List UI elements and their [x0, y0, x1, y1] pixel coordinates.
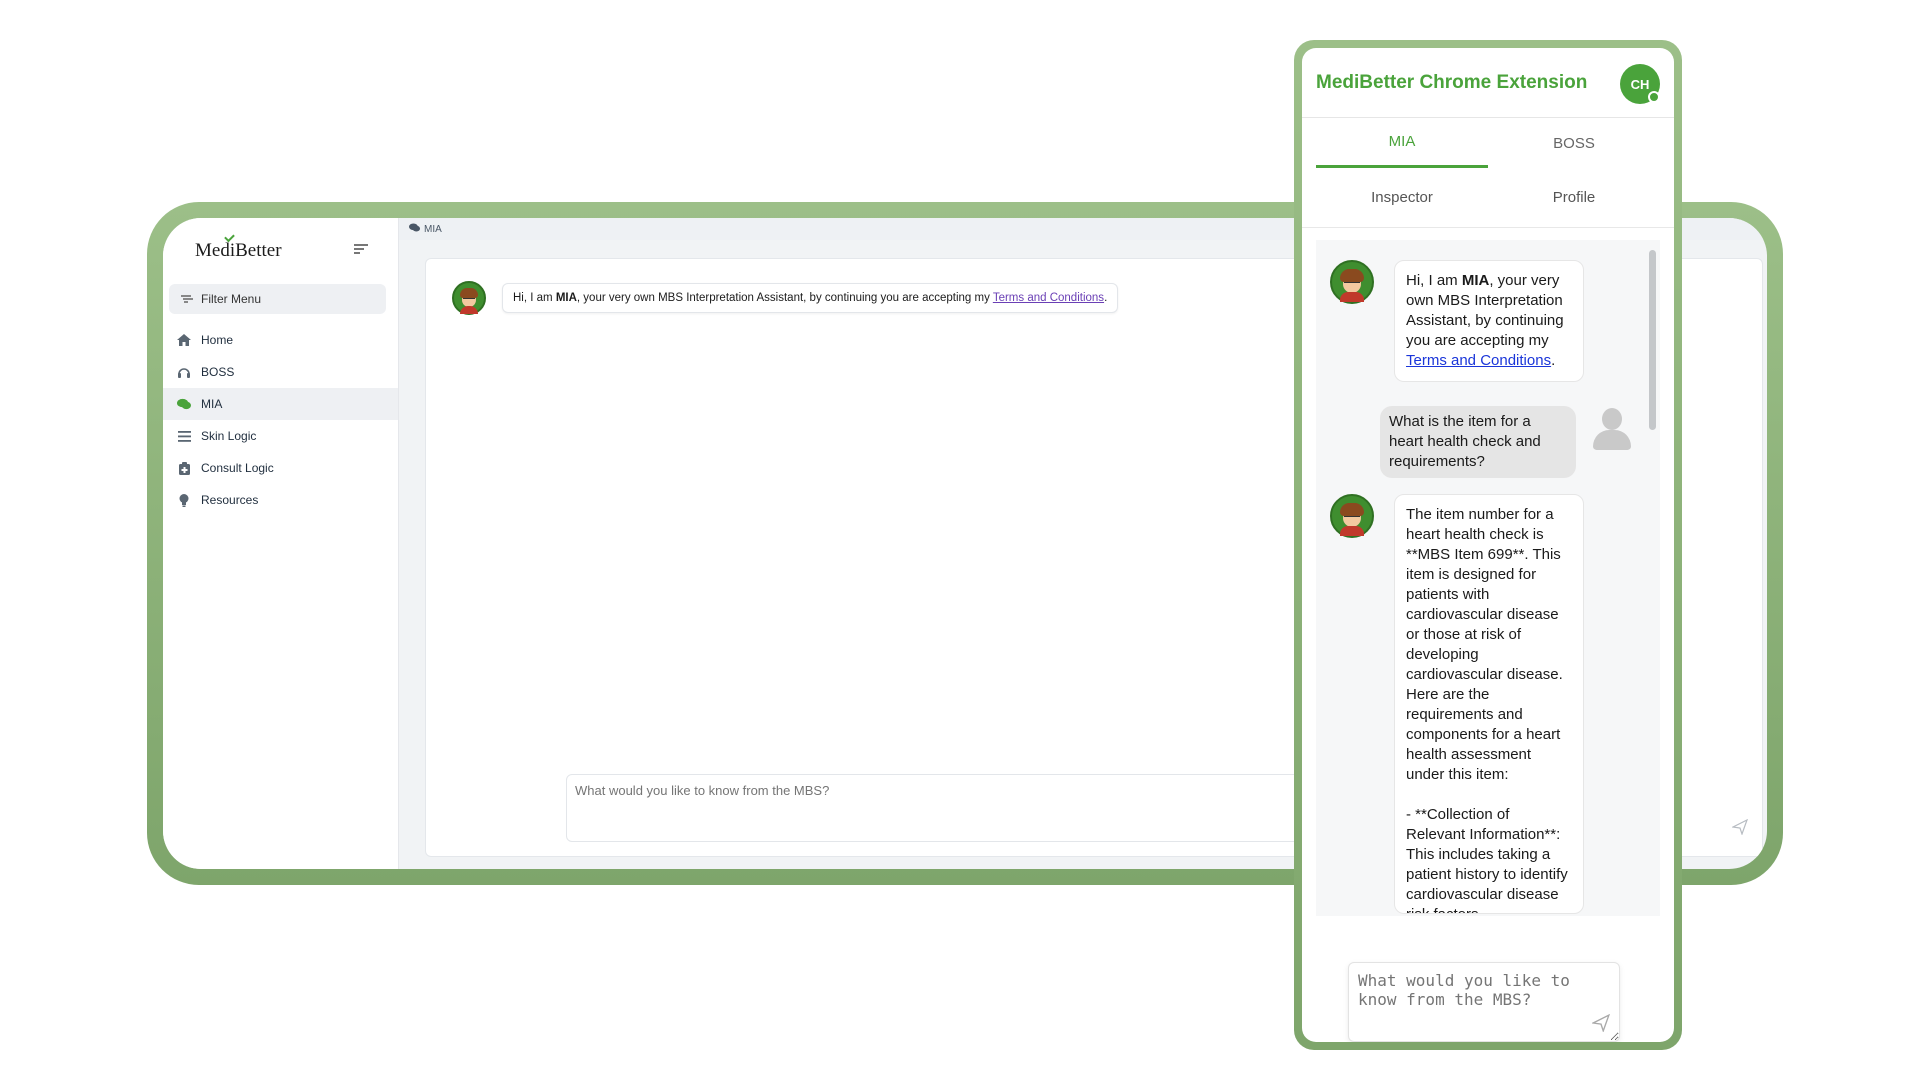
user-message-bubble: What is the item for a heart health chec… — [1380, 406, 1576, 478]
extension-device-frame: MediBetter Chrome Extension CH MIA BOSS … — [1294, 40, 1682, 1050]
greeting-text: . — [1104, 292, 1108, 304]
send-icon[interactable] — [1731, 818, 1749, 840]
send-icon[interactable] — [1590, 1013, 1611, 1037]
greeting-text: Hi, I am — [1406, 272, 1462, 289]
extension-chat-input[interactable] — [1348, 962, 1620, 1042]
home-icon — [177, 333, 191, 347]
clipboard-icon — [177, 461, 191, 475]
headset-icon — [177, 365, 191, 379]
breadcrumb-label: MIA — [424, 223, 442, 235]
assistant-greeting-bubble: Hi, I am MIA, your very own MBS Interpre… — [502, 283, 1119, 313]
mia-avatar — [1330, 260, 1374, 304]
user-message: What is the item for a heart health chec… — [1380, 406, 1634, 478]
greeting-bold: MIA — [555, 292, 577, 304]
mia-avatar — [452, 281, 486, 315]
sidebar-nav: Home BOSS MIA Skin Logic Consult Logic R… — [163, 324, 398, 516]
chat-icon — [177, 397, 191, 411]
tab-inspector[interactable]: Inspector — [1316, 168, 1488, 227]
sidebar-item-resources[interactable]: Resources — [163, 484, 398, 516]
greeting-text: . — [1551, 352, 1556, 369]
avatar-initials: CH — [1630, 76, 1650, 92]
assistant-message: Hi, I am MIA, your very own MBS Interpre… — [1330, 260, 1584, 382]
greeting-bold: MIA — [1461, 272, 1490, 289]
sidebar-item-mia[interactable]: MIA — [163, 388, 398, 420]
tab-profile[interactable]: Profile — [1488, 168, 1660, 227]
user-avatar-icon — [1590, 406, 1634, 450]
user-avatar[interactable]: CH — [1620, 64, 1660, 104]
terms-link[interactable]: Terms and Conditions — [993, 292, 1104, 304]
sidebar-item-label: MIA — [201, 397, 223, 411]
sidebar-item-consult-logic[interactable]: Consult Logic — [163, 452, 398, 484]
extension-tabs-secondary: Inspector Profile — [1302, 168, 1674, 228]
greeting-text: , your very own MBS Interpretation Assis… — [576, 292, 993, 304]
menu-toggle-icon[interactable] — [354, 244, 368, 254]
status-dot-icon — [1648, 91, 1660, 103]
tab-mia[interactable]: MIA — [1316, 118, 1488, 168]
greeting-text: Hi, I am — [513, 292, 556, 304]
filter-icon — [181, 295, 191, 303]
assistant-reply-bubble: The item number for a heart health check… — [1394, 494, 1584, 914]
tab-boss[interactable]: BOSS — [1488, 118, 1660, 168]
assistant-message: The item number for a heart health check… — [1330, 494, 1584, 914]
mia-avatar — [1330, 494, 1374, 538]
terms-link[interactable]: Terms and Conditions — [1406, 352, 1551, 369]
lightbulb-icon — [177, 493, 191, 507]
assistant-greeting-bubble: Hi, I am MIA, your very own MBS Interpre… — [1394, 260, 1584, 382]
logo-text: MediBetter — [195, 240, 282, 261]
medibetter-logo: MediBetter — [195, 231, 282, 262]
reply-text: The item number for a heart health check… — [1406, 506, 1563, 783]
sidebar-item-label: Skin Logic — [201, 429, 257, 443]
sidebar-item-label: Consult Logic — [201, 461, 274, 475]
chat-icon — [409, 223, 420, 235]
extension-window: MediBetter Chrome Extension CH MIA BOSS … — [1302, 48, 1674, 1042]
extension-title: MediBetter Chrome Extension — [1316, 71, 1588, 93]
chat-scrollbar[interactable] — [1649, 250, 1656, 430]
extension-chat-area[interactable]: Hi, I am MIA, your very own MBS Interpre… — [1316, 240, 1660, 916]
sidebar-item-label: BOSS — [201, 365, 235, 379]
assistant-message: Hi, I am MIA, your very own MBS Interpre… — [452, 281, 1119, 315]
sidebar: MediBetter Filter Menu Home BOSS MIA Ski… — [163, 218, 399, 869]
filter-menu-input[interactable]: Filter Menu — [169, 284, 386, 314]
sidebar-item-home[interactable]: Home — [163, 324, 398, 356]
extension-header: MediBetter Chrome Extension — [1302, 48, 1674, 118]
chat-input[interactable] — [566, 774, 1326, 842]
reply-bullet-text: - **Collection of Relevant Information**… — [1406, 806, 1568, 913]
sidebar-item-boss[interactable]: BOSS — [163, 356, 398, 388]
sidebar-item-skin-logic[interactable]: Skin Logic — [163, 420, 398, 452]
logo-row: MediBetter — [163, 218, 398, 284]
filter-menu-label: Filter Menu — [201, 292, 262, 306]
sidebar-item-label: Resources — [201, 493, 259, 507]
extension-tabs: MIA BOSS — [1302, 118, 1674, 168]
list-icon — [177, 429, 191, 443]
sidebar-item-label: Home — [201, 333, 234, 347]
